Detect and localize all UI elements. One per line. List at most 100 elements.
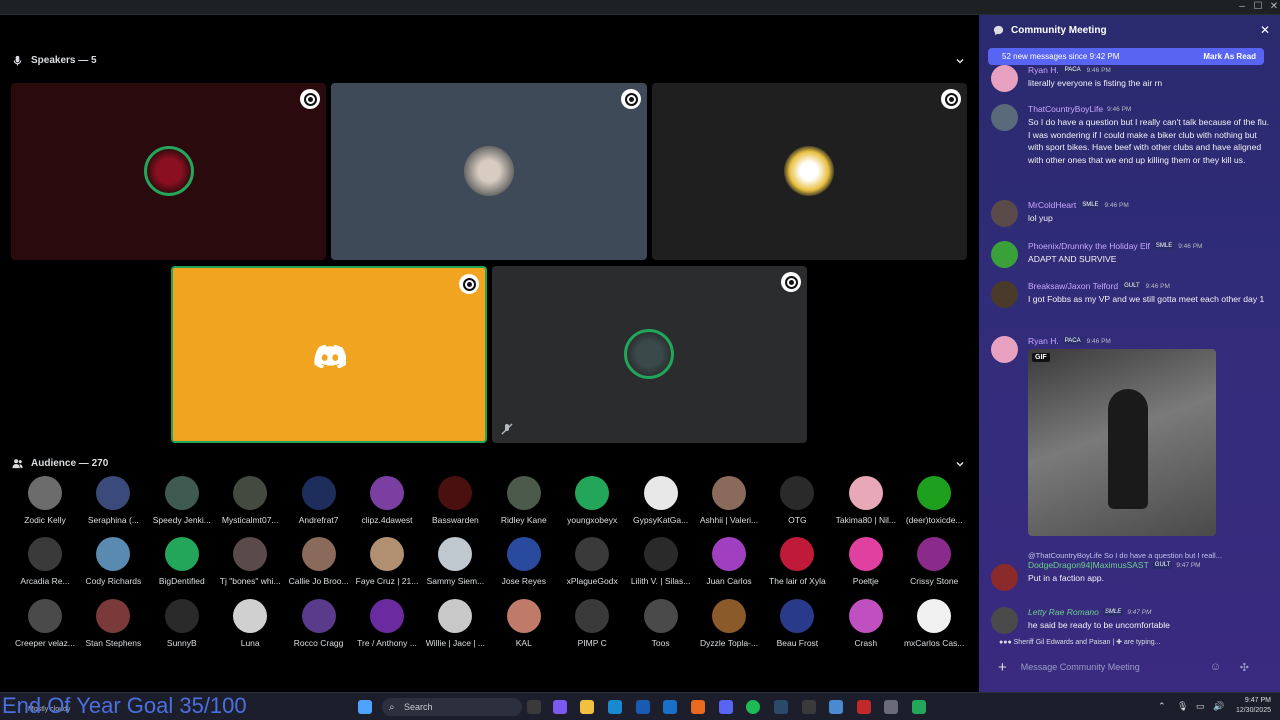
taskbar-search[interactable]: ⌕ Search (382, 698, 522, 716)
edge-icon[interactable] (608, 700, 622, 714)
audience-member[interactable]: xPlagueGodx (558, 537, 626, 586)
minimize-button[interactable]: – (1234, 1, 1250, 13)
spotify-icon[interactable] (746, 700, 760, 714)
speaker-tile[interactable] (652, 83, 967, 260)
volume-icon[interactable]: 🔊 (1213, 701, 1224, 712)
audience-member[interactable]: Basswarden (421, 476, 489, 525)
network-icon[interactable]: ▭ (1196, 701, 1205, 712)
audience-member[interactable]: Mysticalmt07... (216, 476, 284, 525)
audience-member[interactable]: Ashhii | Valeri... (695, 476, 763, 525)
audience-member[interactable]: OTG (763, 476, 831, 525)
settings-gear-icon[interactable] (884, 700, 898, 714)
message-author[interactable]: Letty Rae Romano (1028, 607, 1099, 617)
audience-member[interactable]: Callie Jo Broo... (285, 537, 353, 586)
mail-icon[interactable] (663, 700, 677, 714)
close-window-button[interactable]: ✕ (1266, 1, 1280, 13)
add-attachment-icon[interactable]: + (998, 659, 1007, 676)
discord-taskbar-icon[interactable] (719, 700, 733, 714)
audience-header[interactable]: Audience — 270 (12, 455, 108, 471)
audience-member[interactable]: Crash (832, 599, 900, 648)
audience-member[interactable]: mxCarlos Cas... (900, 599, 968, 648)
close-icon[interactable]: ✕ (1260, 23, 1270, 37)
task-view-icon[interactable] (527, 700, 541, 714)
audience-member[interactable]: (deer)toxicde... (900, 476, 968, 525)
audience-member[interactable]: Ridley Kane (490, 476, 558, 525)
chevron-up-icon[interactable]: ⌃ (1158, 701, 1166, 712)
audience-member[interactable]: Arcadia Re... (11, 537, 79, 586)
copilot-icon[interactable] (553, 700, 567, 714)
chat-message[interactable]: @ThatCountryBoyLife So I do have a quest… (991, 551, 1271, 591)
mark-as-read-button[interactable]: Mark As Read (1203, 52, 1256, 61)
message-author[interactable]: MrColdHeart (1028, 200, 1076, 210)
message-author[interactable]: Breaksaw/Jaxon Telford (1028, 281, 1118, 291)
audience-member[interactable]: KAL (490, 599, 558, 648)
audience-member[interactable]: Rocco Cragg (285, 599, 353, 648)
chevron-down-icon[interactable] (955, 459, 965, 469)
audience-member[interactable]: Stan Stephens (79, 599, 147, 648)
emoji-icon[interactable]: ☺ (1210, 661, 1221, 673)
microphone-tray-icon[interactable]: 🎙 (1177, 701, 1188, 712)
audience-member[interactable]: Zodic Kelly (11, 476, 79, 525)
audience-member[interactable]: The lair of Xyla (763, 537, 831, 586)
notepad-icon[interactable] (829, 700, 843, 714)
gif-attachment[interactable]: GIF (1028, 349, 1216, 536)
audience-member[interactable]: PIMP C (558, 599, 626, 648)
message-composer[interactable]: + Message Community Meeting ☺ ✣ (988, 653, 1271, 681)
audience-member[interactable]: SunnyB (148, 599, 216, 648)
speaker-tile[interactable] (171, 266, 487, 443)
chat-message[interactable]: Phoenix/Drunnky the Holiday Elf SMLE 9:46 … (991, 241, 1271, 268)
firefox-icon[interactable] (691, 700, 705, 714)
chat-message[interactable]: Letty Rae Romano SMLE 9:47 PM he said be r… (991, 607, 1271, 634)
audience-member[interactable]: Poeltje (832, 537, 900, 586)
message-author[interactable]: ThatCountryBoyLife (1028, 104, 1103, 114)
audience-member[interactable]: Tj "bones" whi... (216, 537, 284, 586)
file-explorer-icon[interactable] (580, 700, 594, 714)
chat-message[interactable]: MrColdHeart SMLE 9:46 PM lol yup (991, 200, 1271, 227)
audience-member[interactable]: youngxobeyx (558, 476, 626, 525)
maximize-button[interactable]: ☐ (1250, 1, 1266, 13)
audience-member[interactable]: Crissy Stone (900, 537, 968, 586)
app-icon[interactable] (857, 700, 871, 714)
message-input[interactable]: Message Community Meeting (1021, 662, 1140, 672)
store-icon[interactable] (636, 700, 650, 714)
audience-member[interactable]: Toos (627, 599, 695, 648)
message-author[interactable]: Phoenix/Drunnky the Holiday Elf (1028, 241, 1150, 251)
message-author[interactable]: DodgeDragon94|MaximusSAST (1028, 560, 1149, 570)
audience-member[interactable]: Beau Frost (763, 599, 831, 648)
audience-member[interactable]: Tre / Anthony ... (353, 599, 421, 648)
audience-member[interactable]: Dyzzle Topla-... (695, 599, 763, 648)
windows-start-icon[interactable] (358, 700, 372, 714)
audience-member[interactable]: GypsyKatGa... (627, 476, 695, 525)
audience-member[interactable]: BigDentified (148, 537, 216, 586)
message-author[interactable]: Ryan H. (1028, 65, 1059, 75)
clock-date[interactable]: 12/30/2025 (1226, 707, 1271, 714)
xbox-icon[interactable] (802, 700, 816, 714)
audience-member[interactable]: Juan Carlos (695, 537, 763, 586)
steam-icon[interactable] (774, 700, 788, 714)
chat-message[interactable]: Ryan H. PACA 9:46 PM GIF (991, 336, 1271, 536)
chat-message[interactable]: ThatCountryBoyLife 9:46 PM So I do have a… (991, 104, 1271, 166)
speaker-tile[interactable] (11, 83, 326, 260)
app-icon[interactable] (912, 700, 926, 714)
audience-member[interactable]: Luna (216, 599, 284, 648)
reply-preview[interactable]: @ThatCountryBoyLife So I do have a quest… (1028, 551, 1271, 560)
chat-message[interactable]: Breaksaw/Jaxon Telford GULT 9:46 PM I got … (991, 281, 1271, 308)
speaker-tile[interactable] (331, 83, 647, 260)
chat-message[interactable]: Ryan H. PACA 9:46 PM literally everyone is… (991, 65, 1271, 92)
audience-member[interactable]: Lilith V. | Silas... (627, 537, 695, 586)
audience-member[interactable]: Takima80 | Nil... (832, 476, 900, 525)
audience-member[interactable]: Seraphina (... (79, 476, 147, 525)
speakers-header[interactable]: Speakers — 5 (12, 52, 97, 68)
speaker-tile[interactable] (492, 266, 807, 443)
audience-member[interactable]: Willie | Jace | ... (421, 599, 489, 648)
audience-member[interactable]: Creeper velaz... (11, 599, 79, 648)
audience-member[interactable]: Speedy Jenki... (148, 476, 216, 525)
audience-member[interactable]: Sammy Siem... (421, 537, 489, 586)
new-messages-bar[interactable]: 52 new messages since 9:42 PM Mark As Re… (988, 48, 1264, 65)
audience-member[interactable]: clipz.4dawest (353, 476, 421, 525)
apps-icon[interactable]: ✣ (1240, 661, 1249, 674)
audience-member[interactable]: Cody Richards (79, 537, 147, 586)
audience-member[interactable]: Andrefrat7 (285, 476, 353, 525)
message-author[interactable]: Ryan H. (1028, 336, 1059, 346)
clock-time[interactable]: 9:47 PM (1231, 697, 1271, 704)
